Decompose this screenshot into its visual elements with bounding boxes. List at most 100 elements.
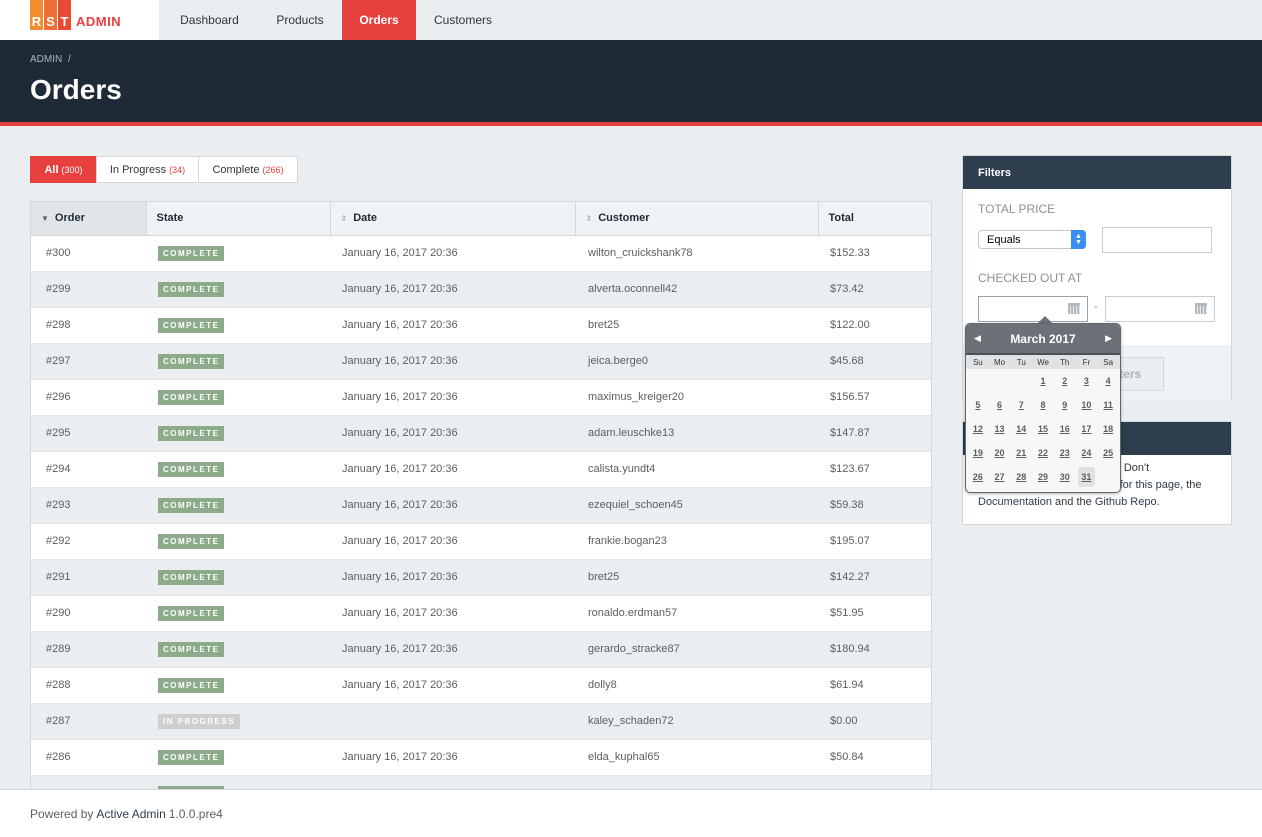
customer-cell: maximus_kreiger20 — [575, 379, 818, 416]
order-link[interactable]: #289 — [46, 643, 70, 655]
calendar-day[interactable]: 23 — [1054, 441, 1076, 465]
next-month-icon[interactable]: ▶ — [1105, 333, 1112, 344]
order-link[interactable]: #286 — [46, 751, 70, 763]
calendar-day[interactable]: 3 — [1076, 369, 1098, 393]
calendar-day[interactable]: 2 — [1054, 369, 1076, 393]
calendar-day[interactable]: 6 — [989, 393, 1011, 417]
calendar-day[interactable]: 29 — [1032, 465, 1054, 489]
calendar-day[interactable]: 11 — [1097, 393, 1119, 417]
calendar-day[interactable]: 30 — [1054, 465, 1076, 489]
checked-out-from-input[interactable] — [978, 296, 1088, 322]
customer-link[interactable]: ezequiel_schoen45 — [588, 499, 683, 511]
state-cell: COMPLETE — [146, 523, 330, 560]
state-cell: COMPLETE — [146, 775, 330, 790]
nav-orders[interactable]: Orders — [342, 0, 416, 40]
order-link[interactable]: #287 — [46, 715, 70, 727]
status-badge: COMPLETE — [158, 389, 225, 405]
calendar-day[interactable]: 10 — [1076, 393, 1098, 417]
order-link[interactable]: #290 — [46, 607, 70, 619]
calendar-day[interactable]: 13 — [989, 417, 1011, 441]
customer-link[interactable]: jeica.berge0 — [588, 355, 648, 367]
order-link[interactable]: #298 — [46, 319, 70, 331]
breadcrumb-admin[interactable]: ADMIN — [30, 54, 62, 65]
customer-link[interactable]: bret25 — [588, 319, 619, 331]
calendar-day[interactable]: 26 — [967, 465, 989, 489]
scope-in-progress[interactable]: In Progress (34) — [96, 156, 199, 183]
github-repo-link[interactable]: Github Repo — [1095, 496, 1157, 508]
calendar-day[interactable]: 9 — [1054, 393, 1076, 417]
customer-link[interactable]: kaley_schaden72 — [588, 715, 674, 727]
nav-dashboard[interactable]: Dashboard — [161, 0, 258, 40]
site-logo[interactable]: R S T ADMIN — [0, 0, 159, 40]
calendar-day[interactable]: 19 — [967, 441, 989, 465]
calendar-day[interactable]: 25 — [1097, 441, 1119, 465]
calendar-day[interactable]: 14 — [1010, 417, 1032, 441]
order-link[interactable]: #299 — [46, 283, 70, 295]
prev-month-icon[interactable]: ◀ — [974, 333, 981, 344]
order-link[interactable]: #294 — [46, 463, 70, 475]
calendar-day[interactable]: 21 — [1010, 441, 1032, 465]
column-header-order[interactable]: ▼ Order — [31, 202, 147, 236]
calendar-day[interactable]: 22 — [1032, 441, 1054, 465]
scope-complete[interactable]: Complete (266) — [198, 156, 298, 183]
weekday-label: We — [1037, 357, 1049, 367]
calendar-day[interactable]: 18 — [1097, 417, 1119, 441]
column-header-customer[interactable]: ⇕ Customer — [575, 202, 819, 236]
calendar-day[interactable]: 28 — [1010, 465, 1032, 489]
calendar-day[interactable]: 12 — [967, 417, 989, 441]
customer-link[interactable]: gerardo_stracke87 — [588, 643, 680, 655]
customer-link[interactable]: elda_kuphal65 — [588, 751, 660, 763]
scope-all[interactable]: All (300) — [30, 156, 97, 183]
documentation-link[interactable]: Documentation — [978, 496, 1052, 508]
calendar-day[interactable]: 4 — [1097, 369, 1119, 393]
customer-link[interactable]: calista.yundt4 — [588, 463, 655, 475]
customer-link[interactable]: alverta.oconnell42 — [588, 283, 677, 295]
order-link[interactable]: #293 — [46, 499, 70, 511]
calendar-day[interactable]: 24 — [1076, 441, 1098, 465]
active-admin-footer-link[interactable]: Active Admin — [96, 807, 165, 821]
calendar-day[interactable]: 17 — [1076, 417, 1098, 441]
nav-products[interactable]: Products — [258, 0, 342, 40]
calendar-day[interactable]: 1 — [1032, 369, 1054, 393]
state-cell: COMPLETE — [146, 595, 330, 632]
calendar-day[interactable]: 5 — [967, 393, 989, 417]
order-link[interactable]: #297 — [46, 355, 70, 367]
order-link[interactable]: #291 — [46, 571, 70, 583]
order-link[interactable]: #295 — [46, 427, 70, 439]
scope-label: All — [44, 163, 59, 176]
calendar-day[interactable]: 16 — [1054, 417, 1076, 441]
table-row: #289 COMPLETE January 16, 2017 20:36 gerard… — [31, 631, 931, 668]
total-price-input[interactable] — [1102, 227, 1212, 253]
date-cell: January 16, 2017 20:36 — [330, 379, 575, 416]
date-cell — [330, 775, 575, 790]
customer-link[interactable]: ronaldo.erdman57 — [588, 607, 677, 619]
table-row: #300 COMPLETE January 16, 2017 20:36 wilton… — [31, 235, 931, 272]
total-price-operator-select[interactable]: Equals ▲ ▼ — [978, 230, 1086, 249]
customer-link[interactable]: adam.leuschke13 — [588, 427, 674, 439]
customer-link[interactable]: wilton_cruickshank78 — [588, 247, 693, 259]
order-link[interactable]: #296 — [46, 391, 70, 403]
calendar-day[interactable]: 27 — [989, 465, 1011, 489]
calendar-icon[interactable] — [1068, 303, 1080, 315]
calendar-day[interactable]: 7 — [1010, 393, 1032, 417]
customer-link[interactable]: maximus_kreiger20 — [588, 391, 684, 403]
customer-link[interactable]: dolly8 — [588, 679, 617, 691]
nav-customers[interactable]: Customers — [416, 0, 510, 40]
status-badge: COMPLETE — [158, 533, 225, 549]
customer-cell: frankie.bogan23 — [575, 523, 818, 560]
customer-link[interactable]: frankie.bogan23 — [588, 535, 667, 547]
customer-link[interactable]: bret25 — [588, 571, 619, 583]
checked-out-to-input[interactable] — [1105, 296, 1215, 322]
calendar-day[interactable]: 8 — [1032, 393, 1054, 417]
order-link[interactable]: #288 — [46, 679, 70, 691]
column-header-date[interactable]: ⇕ Date — [330, 202, 576, 236]
calendar-day[interactable]: 20 — [989, 441, 1011, 465]
order-link[interactable]: #300 — [46, 247, 70, 259]
customer-cell: gerardo_stracke87 — [575, 631, 818, 668]
order-link[interactable]: #292 — [46, 535, 70, 547]
calendar-icon[interactable] — [1195, 303, 1207, 315]
status-badge: IN PROGRESS — [158, 713, 241, 729]
calendar-day[interactable]: 15 — [1032, 417, 1054, 441]
state-cell: COMPLETE — [146, 559, 330, 596]
calendar-day[interactable]: 31 — [1077, 467, 1096, 487]
